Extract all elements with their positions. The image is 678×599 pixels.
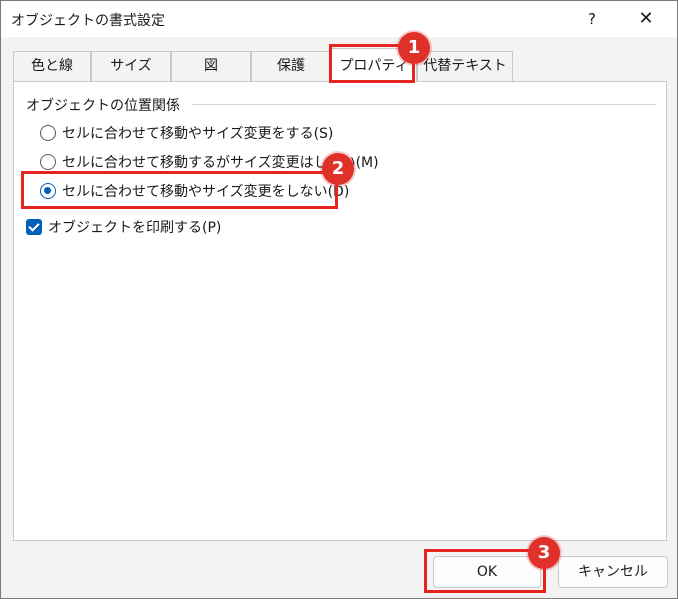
radio-move-and-size[interactable] xyxy=(40,125,56,141)
group-divider xyxy=(192,104,656,105)
properties-panel: オブジェクトの位置関係 セルに合わせて移動やサイズ変更をする(S) セルに合わせ… xyxy=(13,81,667,541)
object-positioning-group-label: オブジェクトの位置関係 xyxy=(26,98,180,114)
radio-move-no-size[interactable] xyxy=(40,154,56,170)
tab-alt-text[interactable]: 代替テキスト xyxy=(417,51,513,81)
help-button[interactable]: ? xyxy=(569,3,615,35)
step-badge-2: 2 xyxy=(322,153,354,185)
title-bar: オブジェクトの書式設定 ? ✕ xyxy=(1,1,677,37)
print-object-label: オブジェクトを印刷する(P) xyxy=(48,220,222,236)
tab-picture[interactable]: 図 xyxy=(171,51,251,81)
tab-color-line[interactable]: 色と線 xyxy=(13,51,91,81)
step-badge-1: 1 xyxy=(398,32,430,64)
tab-protection[interactable]: 保護 xyxy=(251,51,331,81)
print-object-checkbox[interactable] xyxy=(26,219,42,235)
format-object-dialog: オブジェクトの書式設定 ? ✕ 色と線 サイズ 図 保護 プロパティ 代替テキス… xyxy=(0,0,678,599)
step-badge-3: 3 xyxy=(528,537,560,569)
close-button[interactable]: ✕ xyxy=(623,3,669,35)
tab-size[interactable]: サイズ xyxy=(91,51,171,81)
dialog-title: オブジェクトの書式設定 xyxy=(11,13,165,29)
cancel-button[interactable]: キャンセル xyxy=(558,556,668,588)
highlight-dont-move-option xyxy=(21,171,338,209)
option-move-and-size-label: セルに合わせて移動やサイズ変更をする(S) xyxy=(62,126,334,142)
